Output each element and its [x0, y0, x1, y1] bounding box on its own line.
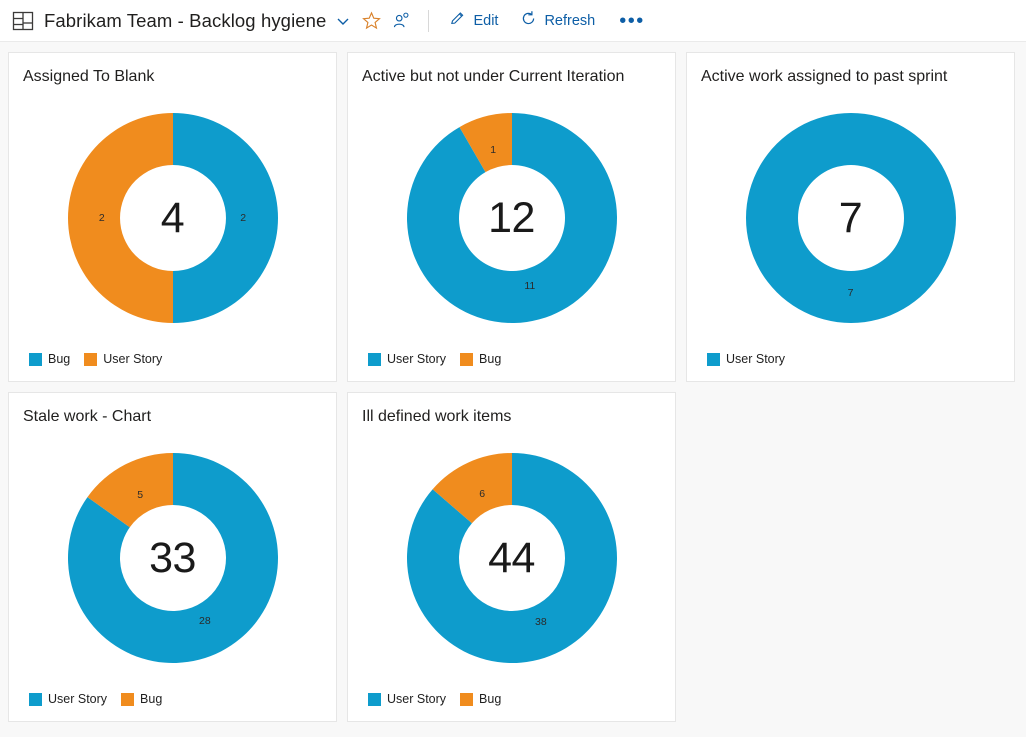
- legend-label: Bug: [140, 692, 163, 706]
- legend-swatch: [29, 352, 42, 366]
- legend-label: User Story: [726, 352, 786, 366]
- chevron-down-icon[interactable]: [334, 12, 352, 30]
- dashboard-widget-grid: Assigned To Blank 2 2 4 Bug User Story Active …: [0, 42, 1026, 722]
- legend-swatch: [368, 692, 381, 706]
- legend-label: User Story: [103, 352, 163, 366]
- people-icon[interactable]: [386, 6, 416, 36]
- widget-title: Active but not under Current Iteration: [362, 68, 625, 85]
- dashboard-widget[interactable]: Active but not under Current Iteration 11…: [347, 52, 676, 382]
- legend-item[interactable]: User Story: [368, 692, 446, 706]
- dashboard-grid-icon: [12, 10, 34, 32]
- dashboard-header: Fabrikam Team - Backlog hygiene Edit Ref…: [0, 0, 1026, 42]
- edit-label: Edit: [473, 12, 499, 29]
- donut-slice[interactable]: [67, 113, 173, 323]
- pencil-icon: [449, 10, 466, 31]
- toolbar-divider: [428, 9, 430, 32]
- legend-swatch: [460, 352, 474, 366]
- edit-button[interactable]: Edit: [441, 6, 506, 35]
- dashboard-title: Fabrikam Team - Backlog hygiene: [44, 9, 327, 31]
- widget-title: Active work assigned to past sprint: [701, 68, 948, 85]
- dashboard-widget[interactable]: Active work assigned to past sprint 7 7 Use…: [686, 52, 1015, 382]
- dashboard-widget[interactable]: Assigned To Blank 2 2 4 Bug User Story: [8, 52, 337, 382]
- legend-swatch: [707, 352, 720, 366]
- legend-label: Bug: [48, 352, 71, 366]
- legend-item[interactable]: User Story: [368, 352, 446, 366]
- donut-ring: 224: [58, 103, 288, 333]
- donut-slice[interactable]: [172, 113, 278, 323]
- donut-ring: 77: [736, 103, 966, 333]
- legend-label: User Story: [387, 692, 447, 706]
- donut-slice[interactable]: [745, 113, 956, 323]
- donut-chart[interactable]: 11 1 12: [362, 87, 661, 349]
- donut-ring: 28 5 33: [58, 443, 288, 673]
- refresh-icon: [520, 10, 537, 31]
- legend-item[interactable]: Bug: [460, 692, 501, 706]
- star-icon[interactable]: [356, 6, 386, 36]
- donut-ring: 38 6 44: [397, 443, 627, 673]
- dashboard-widget[interactable]: Ill defined work items 38 6 44 User Story Bug: [347, 392, 676, 722]
- legend-label: User Story: [48, 692, 108, 706]
- legend-item[interactable]: User Story: [84, 352, 162, 366]
- legend-label: User Story: [387, 352, 447, 366]
- refresh-label: Refresh: [544, 12, 596, 29]
- legend-label: Bug: [479, 352, 502, 366]
- chart-legend: User Story Bug: [23, 689, 322, 711]
- legend-swatch: [84, 352, 98, 366]
- donut-chart[interactable]: 224: [23, 87, 322, 349]
- widget-title: Assigned To Blank: [23, 68, 155, 85]
- chart-legend: User Story Bug: [362, 689, 661, 711]
- widget-title: Stale work - Chart: [23, 408, 152, 425]
- chart-legend: Bug User Story: [23, 349, 322, 371]
- dashboard-widget[interactable]: Stale work - Chart 28 5 33 User Story Bug: [8, 392, 337, 722]
- more-options-button[interactable]: •••: [609, 11, 655, 31]
- legend-swatch: [368, 352, 381, 366]
- chart-legend: User Story Bug: [362, 349, 661, 371]
- legend-swatch: [460, 692, 474, 706]
- refresh-button[interactable]: Refresh: [512, 6, 603, 35]
- legend-label: Bug: [479, 692, 502, 706]
- legend-item[interactable]: User Story: [29, 692, 107, 706]
- donut-chart[interactable]: 38 6 44: [362, 427, 661, 689]
- donut-chart[interactable]: 28 5 33: [23, 427, 322, 689]
- donut-ring: 11 1 12: [397, 103, 627, 333]
- legend-swatch: [121, 692, 135, 706]
- legend-item[interactable]: Bug: [121, 692, 162, 706]
- legend-item[interactable]: Bug: [460, 352, 501, 366]
- legend-item[interactable]: Bug: [29, 352, 70, 366]
- legend-swatch: [29, 692, 42, 706]
- widget-title: Ill defined work items: [362, 408, 512, 425]
- chart-legend: User Story: [701, 349, 1000, 371]
- donut-chart[interactable]: 77: [701, 87, 1000, 349]
- legend-item[interactable]: User Story: [707, 352, 785, 366]
